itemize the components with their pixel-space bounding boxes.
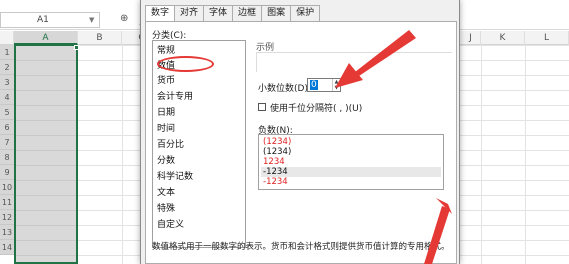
column-header-j[interactable]: J [461, 31, 481, 45]
grid-line [481, 45, 482, 264]
category-list[interactable]: 常规 数值 货币 会计专用 日期 时间 百分比 分数 科学记数 文本 特殊 自定… [152, 40, 246, 248]
negative-option[interactable]: 1234 [261, 157, 441, 167]
tab-pattern[interactable]: 图案 [262, 5, 292, 22]
category-item-special[interactable]: 特殊 [157, 203, 175, 216]
category-item-date[interactable]: 日期 [157, 107, 175, 120]
negative-option[interactable]: -1234 [261, 177, 441, 187]
select-all-corner[interactable] [0, 31, 14, 45]
row-header[interactable]: 13 [0, 225, 14, 240]
row-header[interactable]: 2 [0, 60, 14, 75]
decimal-places-value[interactable]: 0 [310, 80, 318, 90]
row-header[interactable]: 12 [0, 210, 14, 225]
row-header[interactable]: 4 [0, 90, 14, 105]
decimal-places-stepper[interactable]: 0 ▲ ▼ [307, 78, 341, 92]
name-box-value: A1 [37, 15, 49, 25]
chevron-down-icon[interactable]: ▼ [89, 13, 94, 27]
tab-font[interactable]: 字体 [204, 5, 234, 22]
decimal-places-label: 小数位数(D): [258, 84, 311, 94]
grid-line [525, 45, 526, 264]
row-header[interactable]: 11 [0, 195, 14, 210]
category-item-currency[interactable]: 货币 [157, 75, 175, 88]
negative-option[interactable]: (1234) [261, 147, 441, 157]
name-box[interactable]: A1 ▼ [0, 12, 100, 28]
sample-preview [256, 52, 452, 72]
grid-line [122, 45, 123, 264]
row-header[interactable]: 5 [0, 105, 14, 120]
tab-alignment[interactable]: 对齐 [175, 5, 205, 22]
dialog-tabs: 数字 对齐 字体 边框 图案 保护 [145, 5, 321, 23]
category-item-scientific[interactable]: 科学记数 [157, 171, 193, 184]
category-item-accounting[interactable]: 会计专用 [157, 91, 193, 104]
thousands-separator-checkbox[interactable] [258, 103, 266, 111]
negative-option-selected[interactable]: -1234 [261, 167, 441, 177]
fill-handle[interactable] [74, 45, 79, 50]
spin-down-icon[interactable]: ▼ [332, 85, 340, 91]
row-header[interactable]: 9 [0, 165, 14, 180]
category-item-custom[interactable]: 自定义 [157, 219, 184, 232]
negative-numbers-list[interactable]: (1234) (1234) 1234 -1234 -1234 [258, 134, 444, 190]
row-header[interactable]: 10 [0, 180, 14, 195]
row-header[interactable]: 3 [0, 75, 14, 90]
category-item-fraction[interactable]: 分数 [157, 155, 175, 168]
category-item-percentage[interactable]: 百分比 [157, 139, 184, 152]
row-header[interactable]: 1 [0, 45, 14, 60]
column-header-b[interactable]: B [78, 31, 122, 45]
category-item-text[interactable]: 文本 [157, 187, 175, 200]
tab-border[interactable]: 边框 [233, 5, 263, 22]
thousands-separator-label[interactable]: 使用千位分隔符( , )(U) [270, 101, 362, 114]
row-header[interactable]: 7 [0, 135, 14, 150]
row-header[interactable]: 14 [0, 240, 14, 255]
format-description: 数值格式用于一般数字的表示。货币和会计格式则提供货币值计算的专用格式。 [152, 242, 450, 252]
category-item-time[interactable]: 时间 [157, 123, 175, 136]
negative-option[interactable]: (1234) [261, 137, 441, 147]
row-header[interactable]: 8 [0, 150, 14, 165]
row-header[interactable]: 6 [0, 120, 14, 135]
zoom-icon[interactable]: ⊕ [120, 13, 128, 24]
selection-border [14, 45, 78, 264]
column-header-k[interactable]: K [481, 31, 525, 45]
tab-protection[interactable]: 保护 [291, 5, 321, 22]
column-header-l[interactable]: L [525, 31, 569, 45]
column-header-a[interactable]: A [14, 31, 78, 45]
highlight-ellipse [157, 56, 214, 72]
format-cells-dialog: 数字 对齐 字体 边框 图案 保护 分类(C): 常规 数值 货币 会计专用 日… [140, 0, 460, 264]
